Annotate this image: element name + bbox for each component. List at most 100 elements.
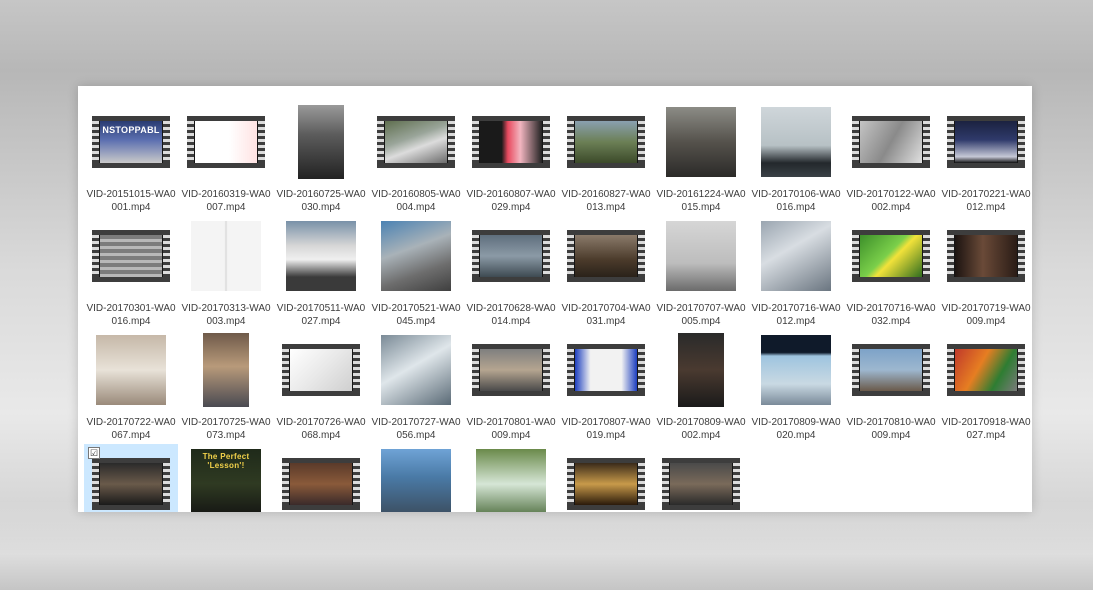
film-perforation (353, 349, 360, 391)
file-item[interactable]: VID-20170809-WA0002.mp4 (654, 330, 748, 444)
video-thumbnail (662, 458, 740, 510)
video-thumbnail (567, 458, 645, 510)
thumbnail-area (274, 102, 368, 182)
file-item[interactable]: VID-20170704-WA0031.mp4 (559, 216, 653, 330)
file-item[interactable]: VID-20170313-WA0003.mp4 (179, 216, 273, 330)
video-frame (575, 349, 637, 391)
thumbnail-area (369, 330, 463, 410)
film-perforation (163, 121, 170, 163)
thumbnail-area (179, 102, 273, 182)
thumbnail-area (369, 216, 463, 296)
file-item[interactable]: VID-20170716-WA0032.mp4 (844, 216, 938, 330)
file-name: VID-20170521-WA0045.mp4 (371, 303, 461, 327)
file-item[interactable]: ☑ (84, 444, 178, 512)
film-perforation (163, 463, 170, 505)
film-perforation (92, 463, 99, 505)
backdrop (0, 500, 1093, 590)
file-name: VID-20170301-WA0016.mp4 (86, 303, 176, 327)
file-name: VID-20170221-WA0012.mp4 (941, 189, 1031, 213)
file-name: VID-20170809-WA0002.mp4 (656, 417, 746, 441)
film-perforation (543, 121, 550, 163)
file-name: VID-20160319-WA0007.mp4 (181, 189, 271, 213)
film-perforation (638, 463, 645, 505)
film-perforation (567, 349, 574, 391)
video-frame (290, 349, 352, 391)
file-name: VID-20170726-WA0068.mp4 (276, 417, 366, 441)
file-name: VID-20160805-WA0004.mp4 (371, 189, 461, 213)
file-item[interactable]: VID-20170810-WA0009.mp4 (844, 330, 938, 444)
film-perforation (852, 349, 859, 391)
video-thumbnail (947, 230, 1025, 282)
film-perforation (353, 463, 360, 505)
file-item[interactable]: VID-20160805-WA0004.mp4 (369, 102, 463, 216)
video-thumbnail (761, 335, 831, 405)
file-item[interactable]: VID-20160725-WA0030.mp4 (274, 102, 368, 216)
thumbnail-area (464, 216, 558, 296)
video-frame (385, 121, 447, 163)
video-thumbnail (282, 344, 360, 396)
selection-checkbox[interactable]: ☑ (88, 447, 100, 459)
video-thumbnail (852, 116, 930, 168)
thumbnail-area (464, 330, 558, 410)
film-perforation (567, 235, 574, 277)
video-thumbnail: NSTOPPABL (92, 116, 170, 168)
film-perforation (448, 121, 455, 163)
file-item[interactable]: VID-20170727-WA0056.mp4 (369, 330, 463, 444)
file-item[interactable]: VID-20170807-WA0019.mp4 (559, 330, 653, 444)
video-frame (100, 235, 162, 277)
file-name: VID-20170725-WA0073.mp4 (181, 417, 271, 441)
file-item[interactable]: NSTOPPABL VID-20151015-WA0001.mp4 (84, 102, 178, 216)
file-item[interactable] (559, 444, 653, 512)
file-item[interactable]: VID-20170716-WA0012.mp4 (749, 216, 843, 330)
file-item[interactable]: VID-20170722-WA0067.mp4 (84, 330, 178, 444)
file-item[interactable]: VID-20170801-WA0009.mp4 (464, 330, 558, 444)
file-item[interactable]: VID-20170122-WA0002.mp4 (844, 102, 938, 216)
video-frame (290, 463, 352, 505)
video-frame (195, 121, 257, 163)
thumbnail-area (369, 102, 463, 182)
file-item[interactable]: VID-20170511-WA0027.mp4 (274, 216, 368, 330)
file-item[interactable] (369, 444, 463, 512)
file-item[interactable]: VID-20170106-WA0016.mp4 (749, 102, 843, 216)
file-item[interactable]: VID-20160319-WA0007.mp4 (179, 102, 273, 216)
video-thumbnail (472, 116, 550, 168)
thumbnail-area (559, 102, 653, 182)
video-thumbnail (567, 230, 645, 282)
video-thumbnail (282, 458, 360, 510)
file-item[interactable]: VID-20160827-WA0013.mp4 (559, 102, 653, 216)
video-frame (575, 235, 637, 277)
file-item[interactable]: VID-20170719-WA0009.mp4 (939, 216, 1032, 330)
video-thumbnail (567, 116, 645, 168)
file-item[interactable]: VID-20170725-WA0073.mp4 (179, 330, 273, 444)
file-item[interactable]: VID-20160807-WA0029.mp4 (464, 102, 558, 216)
video-frame (480, 121, 542, 163)
video-thumbnail (666, 107, 736, 177)
file-item[interactable]: VID-20170707-WA0005.mp4 (654, 216, 748, 330)
video-frame (480, 235, 542, 277)
film-perforation (377, 121, 384, 163)
file-item[interactable]: The Perfect 'Lesson'! (179, 444, 273, 512)
file-item[interactable]: VID-20170301-WA0016.mp4 (84, 216, 178, 330)
thumbnail-area (464, 102, 558, 182)
video-thumbnail (761, 221, 831, 291)
video-thumbnail (92, 230, 170, 282)
file-item[interactable]: VID-20170809-WA0020.mp4 (749, 330, 843, 444)
file-item[interactable]: VID-20170918-WA0027.mp4 (939, 330, 1032, 444)
video-frame (670, 463, 732, 505)
video-thumbnail (203, 333, 249, 407)
thumbnail-area (274, 330, 368, 410)
video-thumbnail (381, 335, 451, 405)
file-name: VID-20170716-WA0032.mp4 (846, 303, 936, 327)
video-frame (575, 463, 637, 505)
file-item[interactable]: VID-20170221-WA0012.mp4 (939, 102, 1032, 216)
video-thumbnail (472, 230, 550, 282)
file-item[interactable]: VID-20170628-WA0014.mp4 (464, 216, 558, 330)
file-item[interactable] (464, 444, 558, 512)
file-item[interactable]: VID-20170726-WA0068.mp4 (274, 330, 368, 444)
file-item[interactable]: VID-20170521-WA0045.mp4 (369, 216, 463, 330)
film-perforation (947, 235, 954, 277)
file-item[interactable] (274, 444, 368, 512)
film-perforation (947, 121, 954, 163)
file-item[interactable] (654, 444, 748, 512)
file-item[interactable]: VID-20161224-WA0015.mp4 (654, 102, 748, 216)
